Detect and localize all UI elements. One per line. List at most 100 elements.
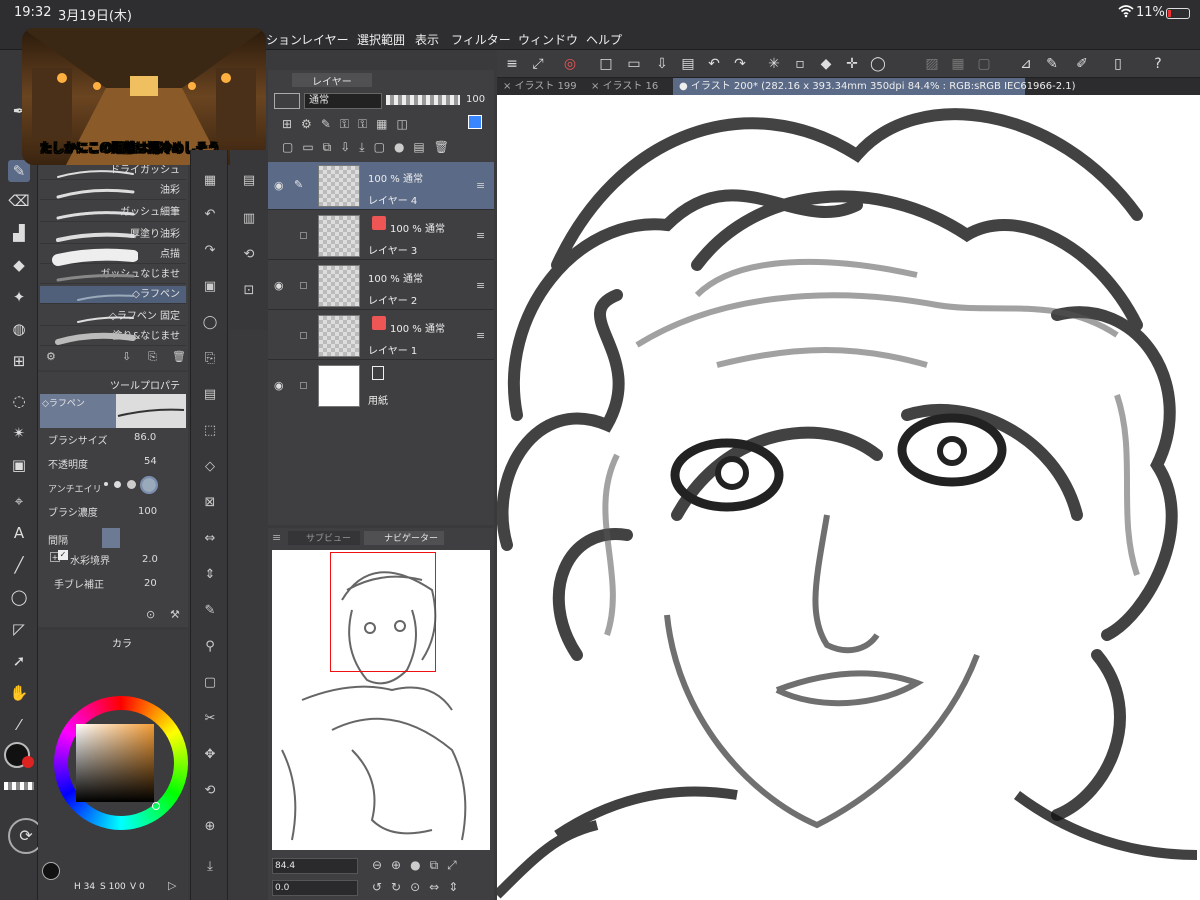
- layer-panel-tab-icon[interactable]: ▤: [238, 170, 260, 192]
- tab-navigator[interactable]: ナビゲーター: [364, 531, 444, 545]
- lasso-icon[interactable]: ◯: [867, 54, 889, 74]
- flip-horizontal-icon[interactable]: ⇔: [199, 528, 221, 550]
- pen-side-icon[interactable]: ✎: [199, 600, 221, 622]
- lasso-tool-icon[interactable]: ◌: [8, 390, 30, 412]
- undo-icon[interactable]: ↶: [703, 54, 725, 74]
- frame-tool-icon[interactable]: ◸: [8, 618, 30, 640]
- color-picker-cursor[interactable]: [152, 802, 160, 810]
- blend-tool-icon[interactable]: ◍: [8, 318, 30, 340]
- transparent-color-icon[interactable]: [4, 782, 34, 790]
- brush-tool-icon[interactable]: ✎: [8, 160, 30, 182]
- redo-icon[interactable]: ↷: [729, 54, 751, 74]
- tab-illust-200[interactable]: ● イラスト 200* (282.16 x 393.34mm 350dpi 84…: [673, 78, 1076, 95]
- tab-illust-199[interactable]: × イラスト 199: [503, 78, 589, 95]
- text-tool-icon[interactable]: A: [8, 522, 30, 544]
- sparkle-tool-icon[interactable]: ✦: [8, 286, 30, 308]
- interval-toggle[interactable]: [102, 528, 120, 548]
- magic-wand-icon[interactable]: ✴: [8, 422, 30, 444]
- tab-illust-16[interactable]: × イラスト 16: [591, 78, 671, 95]
- history-tab-icon[interactable]: ⟲: [238, 244, 260, 266]
- object-tool-icon[interactable]: ⌖: [8, 490, 30, 512]
- scissors-icon[interactable]: ✂: [199, 708, 221, 730]
- blend-mode-select[interactable]: 通常: [304, 93, 382, 109]
- menu-help[interactable]: ヘルプ: [586, 31, 622, 48]
- eye-icon[interactable]: ◉: [274, 379, 284, 392]
- drag-handle-icon[interactable]: ≡: [476, 179, 485, 192]
- menu-animation[interactable]: ション: [266, 31, 302, 48]
- layer-checkbox[interactable]: [300, 232, 307, 239]
- play-icon[interactable]: ▷: [168, 879, 176, 892]
- layer-color-swatch[interactable]: [468, 115, 482, 129]
- menu-view[interactable]: 表示: [415, 31, 439, 48]
- export-side-icon[interactable]: ⤓: [199, 856, 221, 878]
- zoom-controls-icons[interactable]: ⊖⊕●⧉⤢: [372, 858, 466, 873]
- layer-row[interactable]: ◉ 100 % 通常 レイヤー 2 ≡: [268, 262, 494, 310]
- layer-lock-icons[interactable]: ⊞⚙✎⚿⚿▦◫: [282, 117, 417, 132]
- trash-icon[interactable]: 🗑: [172, 350, 186, 363]
- canvas-size-icon[interactable]: ⤢: [527, 54, 549, 74]
- save-icon[interactable]: ⇩: [651, 54, 673, 74]
- menu-layer[interactable]: レイヤー: [301, 31, 349, 48]
- hand-tool-icon[interactable]: ✋: [8, 682, 30, 704]
- panel-menu-icon[interactable]: ≡: [272, 531, 281, 544]
- color-tab[interactable]: カラ: [112, 635, 132, 650]
- fill-icon[interactable]: ◆: [815, 54, 837, 74]
- saturation-value-square[interactable]: [76, 724, 154, 802]
- export-icon[interactable]: ▤: [677, 54, 699, 74]
- opacity-value[interactable]: 54: [144, 456, 157, 467]
- layout-icon[interactable]: ▣: [199, 276, 221, 298]
- mini-main-color[interactable]: [42, 862, 60, 880]
- new-icon[interactable]: ▦: [199, 170, 221, 192]
- transform-icon[interactable]: ▫: [789, 54, 811, 74]
- zoom-value[interactable]: 84.4: [272, 858, 358, 874]
- deselect-icon[interactable]: ▢: [973, 54, 995, 74]
- ruler-icon[interactable]: ⊿: [1015, 54, 1037, 74]
- undo-side-icon[interactable]: ↶: [199, 204, 221, 226]
- select-icon[interactable]: ▦: [947, 54, 969, 74]
- sub-color-swatch[interactable]: [22, 756, 34, 768]
- rotate-icon[interactable]: ⟲: [199, 780, 221, 802]
- operation-tool-icon[interactable]: ➚: [8, 650, 30, 672]
- layer-checkbox[interactable]: [300, 282, 307, 289]
- layer-opacity-slider[interactable]: [386, 95, 460, 105]
- paste-icon[interactable]: ▤: [199, 384, 221, 406]
- layer-row[interactable]: ◉ ✎ 100 % 通常 レイヤー 4 ≡: [268, 162, 494, 210]
- mesh-icon[interactable]: ⊠: [199, 492, 221, 514]
- drag-handle-icon[interactable]: ≡: [476, 329, 485, 342]
- copy-side-icon[interactable]: ⎘: [199, 348, 221, 370]
- crop-icon[interactable]: ▨: [921, 54, 943, 74]
- antialias-options[interactable]: [100, 476, 176, 496]
- drag-handle-icon[interactable]: ≡: [476, 229, 485, 242]
- layer-row[interactable]: 100 % 通常 レイヤー 3 ≡: [268, 212, 494, 260]
- move-side-icon[interactable]: ✥: [199, 744, 221, 766]
- menu-selection[interactable]: 選択範囲: [357, 31, 405, 48]
- download-icon[interactable]: ⇩: [122, 350, 131, 363]
- stabilize-value[interactable]: 20: [144, 578, 157, 589]
- drawing-canvas[interactable]: [497, 95, 1200, 900]
- zoom-side-icon[interactable]: ⊕: [199, 816, 221, 838]
- open-folder-icon[interactable]: ▭: [623, 54, 645, 74]
- balloon-tool-icon[interactable]: ◯: [8, 586, 30, 608]
- material-tab-icon[interactable]: ▥: [238, 208, 260, 230]
- gradient-tool-icon[interactable]: ▣: [8, 454, 30, 476]
- layer-row[interactable]: ◉ 用紙: [268, 362, 494, 410]
- rotate-value[interactable]: 0.0: [272, 880, 358, 896]
- tab-subview[interactable]: サブビュー: [288, 531, 360, 545]
- loading-icon[interactable]: ✳: [763, 54, 785, 74]
- frame-side-icon[interactable]: ▢: [199, 672, 221, 694]
- new-file-icon[interactable]: □: [595, 54, 617, 74]
- free-transform-icon[interactable]: ◇: [199, 456, 221, 478]
- move-icon[interactable]: ✛: [841, 54, 863, 74]
- density-value[interactable]: 100: [138, 506, 157, 517]
- rotate-controls-icons[interactable]: ↺↻⊙⇔⇕: [372, 880, 467, 894]
- pen-pressure-icon[interactable]: ✐: [1071, 54, 1093, 74]
- pen-settings-icon[interactable]: ✎: [1041, 54, 1063, 74]
- eye-icon[interactable]: ◉: [274, 279, 284, 292]
- menu-window[interactable]: ウィンドウ: [518, 31, 578, 48]
- layer-color-icon[interactable]: [274, 93, 300, 109]
- layer-action-icons[interactable]: ▢▭⧉⇩⤓▢●▤🗑: [282, 140, 458, 155]
- link-icon[interactable]: ⚲: [199, 636, 221, 658]
- grid-tool-icon[interactable]: ⊞: [8, 350, 30, 372]
- drag-handle-icon[interactable]: ≡: [476, 279, 485, 292]
- line-tool-icon[interactable]: ╱: [8, 554, 30, 576]
